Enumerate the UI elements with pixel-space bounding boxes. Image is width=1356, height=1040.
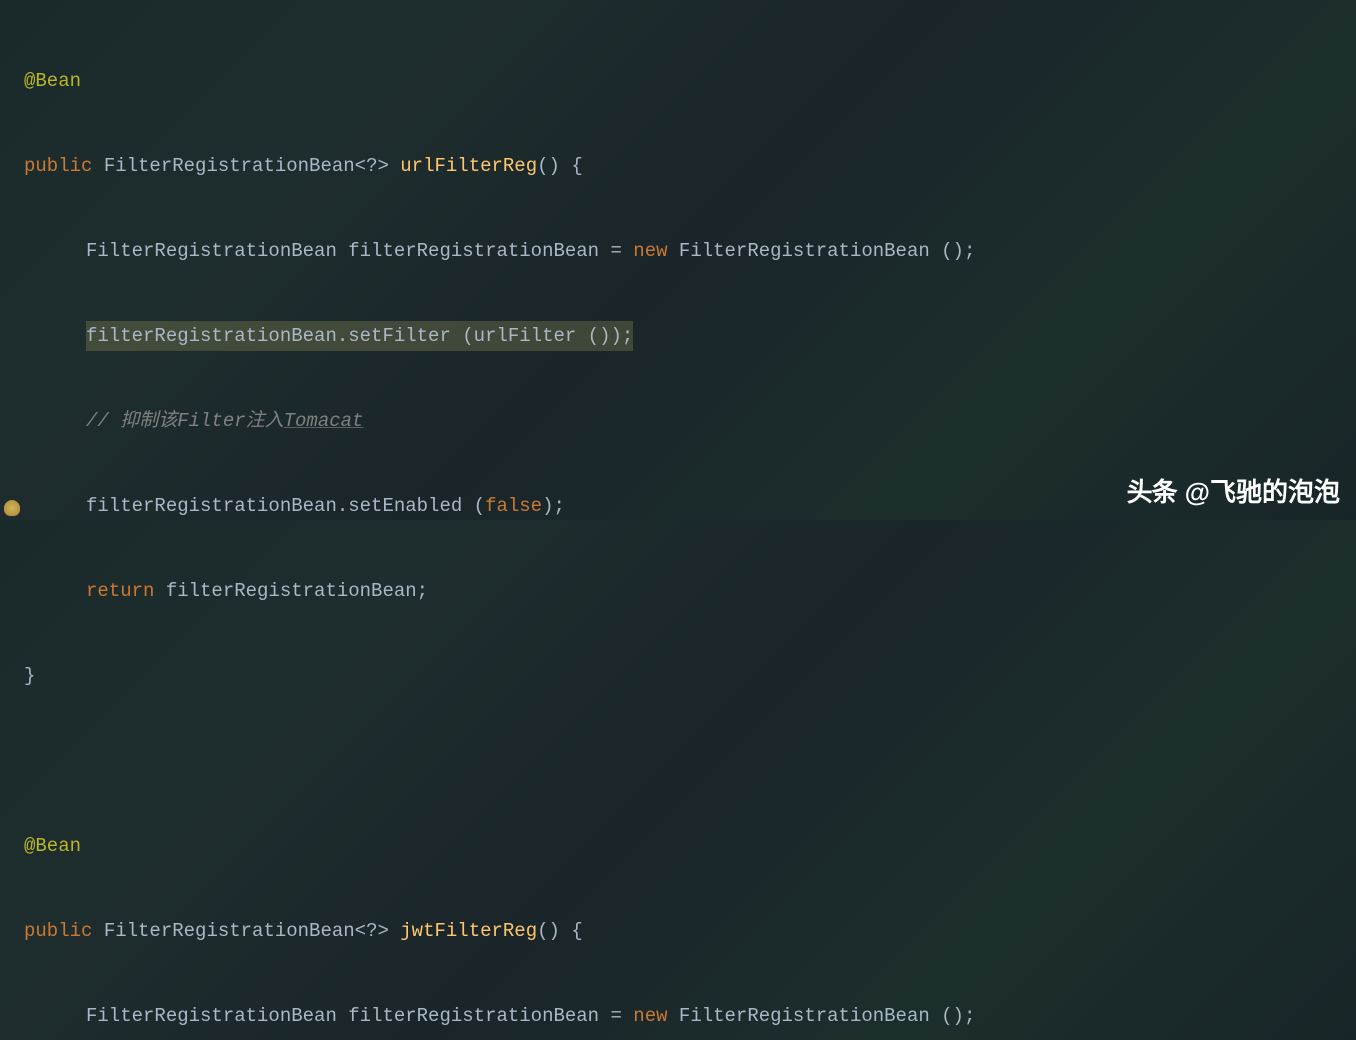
- code-text: FilterRegistrationBean ();: [668, 1002, 976, 1031]
- comment: // 抑制该Filter注入: [86, 407, 284, 436]
- comment-underlined: Tomacat: [284, 407, 364, 436]
- keyword-public: public: [24, 152, 92, 181]
- highlighted-code: filterRegistrationBean.setFilter (urlFil…: [86, 321, 633, 352]
- code-editor[interactable]: @Bean public FilterRegistrationBean<?> u…: [0, 0, 1356, 1040]
- code-text: );: [542, 492, 565, 521]
- keyword-public: public: [24, 917, 92, 946]
- keyword-return: return: [86, 577, 154, 606]
- method-name: jwtFilterReg: [400, 917, 537, 946]
- code-line: @Bean: [24, 67, 1356, 95]
- code-line: FilterRegistrationBean filterRegistratio…: [24, 237, 1356, 265]
- code-line: public FilterRegistrationBean<?> jwtFilt…: [24, 917, 1356, 945]
- watermark-author: @飞驰的泡泡: [1185, 473, 1340, 512]
- code-text: FilterRegistrationBean filterRegistratio…: [86, 1002, 633, 1031]
- code-line: FilterRegistrationBean filterRegistratio…: [24, 1002, 1356, 1030]
- closing-brace: }: [24, 662, 35, 691]
- annotation: @Bean: [24, 832, 81, 861]
- watermark-prefix: 头条: [1127, 473, 1177, 512]
- code-text: () {: [537, 152, 583, 181]
- keyword-new: new: [633, 1002, 667, 1031]
- code-text: FilterRegistrationBean filterRegistratio…: [86, 237, 633, 266]
- code-line: return filterRegistrationBean;: [24, 577, 1356, 605]
- intention-bulb-icon[interactable]: [4, 500, 20, 516]
- code-text: filterRegistrationBean.setEnabled (: [86, 492, 485, 521]
- code-text: FilterRegistrationBean ();: [668, 237, 976, 266]
- keyword-false: false: [485, 492, 542, 521]
- code-line: @Bean: [24, 832, 1356, 860]
- keyword-new: new: [633, 237, 667, 266]
- watermark: 头条 @飞驰的泡泡: [1127, 473, 1340, 512]
- code-line: public FilterRegistrationBean<?> urlFilt…: [24, 152, 1356, 180]
- code-line: }: [24, 662, 1356, 690]
- code-line: // 抑制该Filter注入Tomacat: [24, 407, 1356, 435]
- code-line: filterRegistrationBean.setFilter (urlFil…: [24, 322, 1356, 350]
- blank-line: [24, 747, 1356, 775]
- code-text: () {: [537, 917, 583, 946]
- code-text: FilterRegistrationBean<?>: [92, 152, 400, 181]
- code-text: FilterRegistrationBean<?>: [92, 917, 400, 946]
- code-text: filterRegistrationBean;: [154, 577, 428, 606]
- annotation: @Bean: [24, 67, 81, 96]
- method-name: urlFilterReg: [400, 152, 537, 181]
